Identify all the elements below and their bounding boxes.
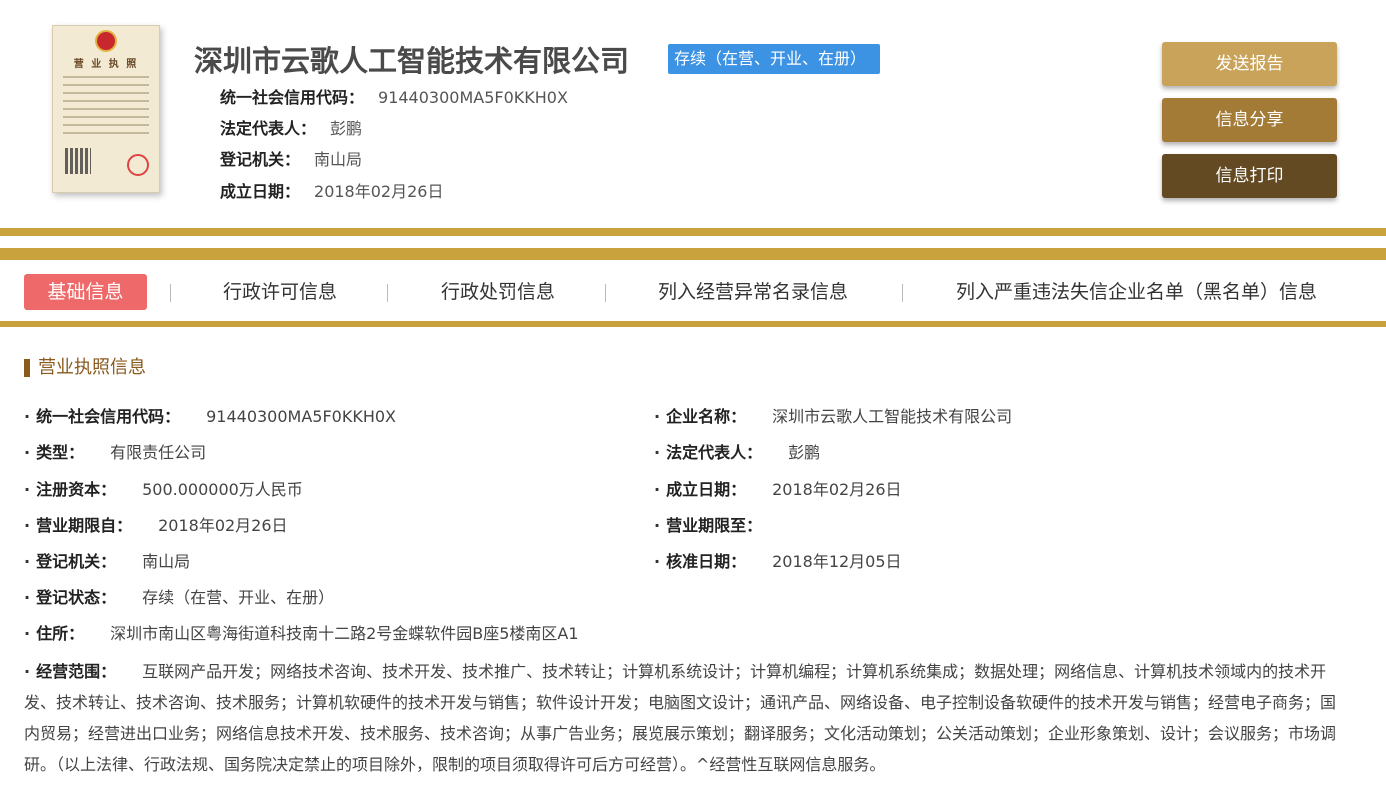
field-value: 2018年12月05日	[772, 552, 902, 571]
field-type: · 类型： 有限责任公司	[24, 443, 207, 462]
field-value: 彭鹏	[788, 443, 821, 462]
field-value: 2018年02月26日	[772, 480, 902, 499]
official-seal-icon	[127, 154, 149, 176]
summary-label: 统一社会信用代码：	[220, 88, 365, 107]
company-detail-page: 营 业 执 照 深圳市云歌人工智能技术有限公司 存续（在营、开业、在册） 统一社…	[0, 0, 1386, 787]
send-report-button[interactable]: 发送报告	[1162, 42, 1337, 86]
field-registered-capital: · 注册资本： 500.000000万人民币	[24, 480, 303, 499]
tab-separator	[605, 284, 606, 302]
field-label: 注册资本：	[36, 480, 117, 499]
field-label: 住所：	[36, 624, 85, 643]
license-image-title: 营 业 执 照	[73, 59, 139, 70]
license-text-lines	[63, 76, 149, 140]
qr-code-icon	[65, 148, 91, 174]
company-header: 营 业 执 照 深圳市云歌人工智能技术有限公司 存续（在营、开业、在册） 统一社…	[0, 0, 1386, 228]
field-value: 有限责任公司	[110, 443, 207, 462]
field-value: 91440300MA5F0KKH0X	[206, 407, 396, 426]
share-info-button[interactable]: 信息分享	[1162, 98, 1337, 142]
tabs-divider	[0, 321, 1386, 327]
summary-value: 南山局	[314, 150, 363, 169]
header-divider-top	[0, 228, 1386, 236]
field-label: 登记机关：	[36, 552, 117, 571]
field-term-from: · 营业期限自： 2018年02月26日	[24, 516, 288, 535]
tab-separator	[902, 284, 903, 302]
field-address: · 住所： 深圳市南山区粤海街道科技南十二路2号金蝶软件园B座5楼南区A1	[24, 624, 579, 643]
tab-administrative-penalty[interactable]: 行政处罚信息	[441, 274, 555, 310]
field-business-scope: · 经营范围： 互联网产品开发；网络技术咨询、技术开发、技术推广、技术转让；计算机系…	[24, 662, 1337, 774]
field-value: 存续（在营、开业、在册）	[142, 588, 335, 607]
summary-label: 法定代表人：	[220, 119, 317, 138]
summary-label: 成立日期：	[220, 182, 301, 201]
field-label: 类型：	[36, 443, 85, 462]
company-name: 深圳市云歌人工智能技术有限公司	[194, 44, 630, 78]
field-value: 互联网产品开发；网络技术咨询、技术开发、技术推广、技术转让；计算机系统设计；计算…	[24, 662, 1337, 774]
field-approval-date: · 核准日期： 2018年12月05日	[654, 552, 902, 571]
field-legal-rep: · 法定代表人： 彭鹏	[654, 443, 821, 462]
tab-basic-info[interactable]: 基础信息	[24, 274, 147, 310]
tab-blacklist[interactable]: 列入严重违法失信企业名单（黑名单）信息	[956, 274, 1317, 310]
tab-administrative-license[interactable]: 行政许可信息	[223, 274, 337, 310]
header-divider-bottom	[0, 248, 1386, 260]
field-label: 法定代表人：	[666, 443, 763, 462]
field-value: 深圳市南山区粤海街道科技南十二路2号金蝶软件园B座5楼南区A1	[110, 624, 579, 643]
field-company-name: · 企业名称： 深圳市云歌人工智能技术有限公司	[654, 407, 1013, 426]
field-value: 南山局	[142, 552, 191, 571]
field-value: 500.000000万人民币	[142, 480, 303, 499]
field-value: 2018年02月26日	[158, 516, 288, 535]
field-label: 统一社会信用代码：	[36, 407, 181, 426]
field-registration-status: · 登记状态： 存续（在营、开业、在册）	[24, 588, 335, 607]
field-label: 营业期限至：	[666, 516, 763, 535]
field-label: 核准日期：	[666, 552, 747, 571]
field-credit-code: · 统一社会信用代码： 91440300MA5F0KKH0X	[24, 407, 396, 426]
summary-established-date: 成立日期： 2018年02月26日	[220, 178, 443, 202]
field-label: 企业名称：	[666, 407, 747, 426]
field-term-to: · 营业期限至：	[654, 516, 763, 535]
summary-value: 2018年02月26日	[314, 182, 444, 201]
summary-registration-authority: 登记机关： 南山局	[220, 146, 362, 170]
field-registration-authority: · 登记机关： 南山局	[24, 552, 191, 571]
business-license-image[interactable]: 营 业 执 照	[52, 25, 160, 193]
section-title: 营业执照信息	[24, 356, 146, 380]
summary-label: 登记机关：	[220, 150, 301, 169]
status-badge: 存续（在营、开业、在册）	[668, 44, 881, 74]
field-label: 经营范围：	[36, 662, 117, 681]
national-emblem-icon	[95, 30, 117, 52]
summary-credit-code: 统一社会信用代码： 91440300MA5F0KKH0X	[220, 84, 568, 108]
summary-value: 91440300MA5F0KKH0X	[378, 88, 568, 107]
summary-value: 彭鹏	[330, 119, 363, 138]
field-value: 深圳市云歌人工智能技术有限公司	[772, 407, 1013, 426]
field-label: 营业期限自：	[36, 516, 133, 535]
info-tabs: 基础信息 行政许可信息 行政处罚信息 列入经营异常名录信息 列入严重违法失信企业…	[0, 266, 1386, 320]
print-info-button[interactable]: 信息打印	[1162, 154, 1337, 198]
summary-legal-rep: 法定代表人： 彭鹏	[220, 115, 362, 139]
tab-separator	[170, 284, 171, 302]
field-established-date: · 成立日期： 2018年02月26日	[654, 480, 902, 499]
tab-separator	[387, 284, 388, 302]
field-label: 成立日期：	[666, 480, 747, 499]
field-label: 登记状态：	[36, 588, 117, 607]
tab-abnormal-operation[interactable]: 列入经营异常名录信息	[658, 274, 848, 310]
